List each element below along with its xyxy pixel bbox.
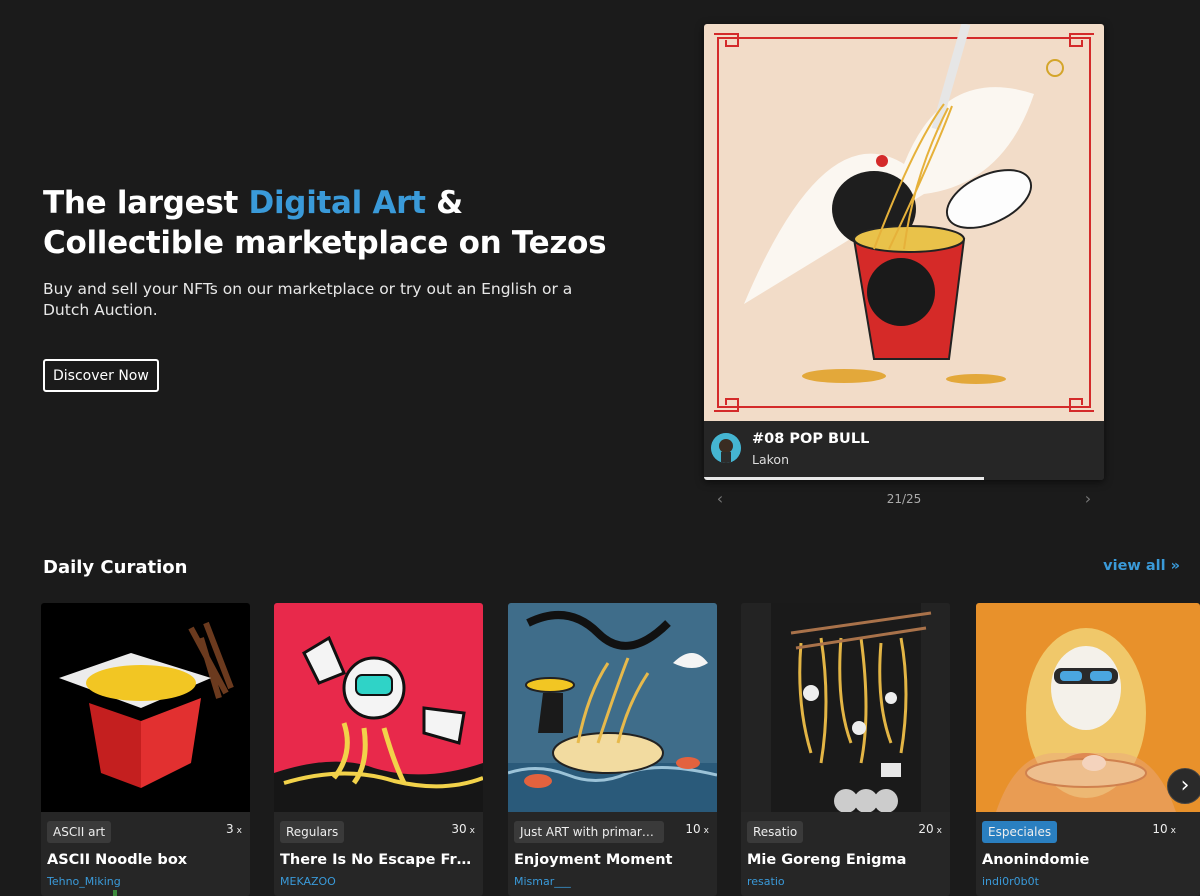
featured-info-bar: #08 POP BULL Lakon	[704, 421, 1104, 480]
collection-tag[interactable]: Regulars	[280, 821, 345, 843]
edition-count: 10 x	[685, 822, 709, 836]
card-artwork	[41, 603, 250, 812]
card-artist[interactable]: indi0r0b0t	[982, 875, 1039, 888]
curation-card[interactable]: Especiales 10 x Anonindomie indi0r0b0t	[976, 603, 1200, 896]
edition-suffix: x	[703, 826, 709, 836]
card-artwork	[274, 603, 483, 812]
featured-title[interactable]: #08 POP BULL	[752, 431, 869, 447]
edition-count: 3x	[226, 822, 242, 836]
collection-tag[interactable]: ASCII art	[47, 821, 112, 843]
curation-card[interactable]: Just ART with primary... 10 x Enjoyment M…	[508, 603, 717, 896]
collection-tag[interactable]: Resatio	[747, 821, 804, 843]
carousel-next-icon[interactable]: ›	[1167, 768, 1200, 804]
hero-title-part1: The largest	[43, 185, 249, 221]
featured-artwork-image	[704, 24, 1104, 421]
chevron-right-icon[interactable]: ›	[1080, 489, 1096, 509]
curation-card[interactable]: ASCII art 3x ASCII Noodle box Tehno_Miki…	[41, 603, 250, 896]
section-title: Daily Curation	[43, 557, 188, 578]
card-title: There Is No Escape From ...	[280, 852, 478, 868]
edition-count: 30 x	[451, 822, 475, 836]
card-artwork	[508, 603, 717, 812]
collection-tag[interactable]: Just ART with primary...	[514, 821, 664, 843]
featured-artwork-card[interactable]: #08 POP BULL Lakon	[704, 24, 1104, 480]
collection-tag[interactable]: Especiales	[982, 821, 1058, 843]
edition-number: 10	[685, 822, 701, 836]
edition-suffix: x	[236, 826, 242, 836]
card-artwork	[741, 603, 950, 812]
edition-number: 30	[451, 822, 467, 836]
edition-count: 10 x	[1152, 822, 1176, 836]
hero-subtitle: Buy and sell your NFTs on our marketplac…	[43, 280, 573, 319]
edition-suffix: x	[936, 826, 942, 836]
card-artist[interactable]: Mismar___	[514, 875, 571, 888]
chevron-left-icon[interactable]: ‹	[712, 489, 728, 509]
card-artwork	[976, 603, 1200, 812]
card-artist[interactable]: resatio	[747, 875, 785, 888]
scroll-indicator	[113, 890, 117, 896]
card-title: ASCII Noodle box	[47, 852, 188, 868]
edition-number: 20	[918, 822, 934, 836]
slide-counter: 21/25	[886, 492, 922, 506]
artist-avatar[interactable]	[711, 433, 741, 463]
card-artist[interactable]: MEKAZOO	[280, 875, 336, 888]
hero-title-accent: Digital Art	[248, 185, 426, 221]
slide-progress-fill	[704, 477, 984, 480]
slide-progress	[704, 477, 1104, 480]
featured-artist[interactable]: Lakon	[752, 452, 789, 467]
edition-suffix: x	[1170, 826, 1176, 836]
page: The largest Digital Art & Collectible ma…	[0, 0, 1200, 896]
hero-title: The largest Digital Art & Collectible ma…	[43, 183, 643, 263]
card-title: Anonindomie	[982, 852, 1090, 868]
curation-card[interactable]: Resatio 20 x Mie Goreng Enigma resatio	[741, 603, 950, 896]
curation-card[interactable]: Regulars 30x There Is No Escape From ...…	[274, 603, 483, 896]
card-title: Enjoyment Moment	[514, 852, 673, 868]
edition-number: 3	[226, 822, 234, 836]
edition-count: 20 x	[918, 822, 942, 836]
discover-now-button[interactable]: Discover Now	[43, 359, 159, 392]
view-all-link[interactable]: view all »	[1103, 558, 1180, 574]
card-title: Mie Goreng Enigma	[747, 852, 907, 868]
edition-suffix: x	[469, 826, 475, 836]
card-artist[interactable]: Tehno_Miking	[47, 875, 121, 888]
edition-number: 10	[1152, 822, 1168, 836]
